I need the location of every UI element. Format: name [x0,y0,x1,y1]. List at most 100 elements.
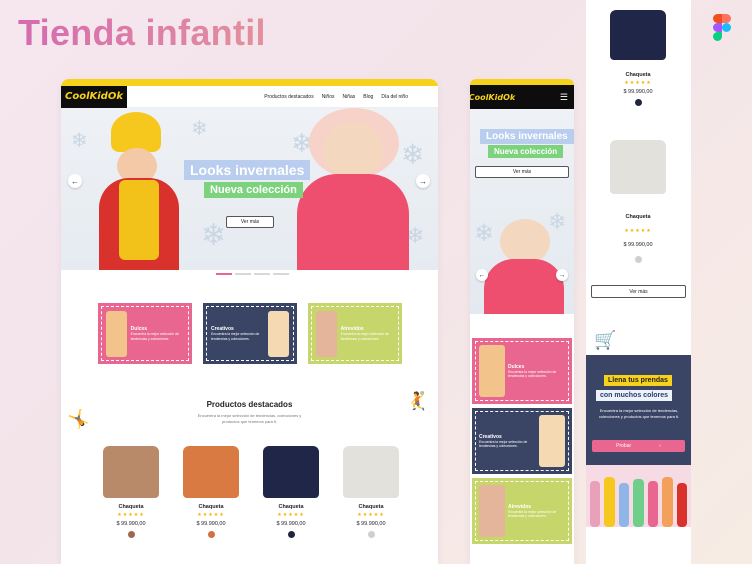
rating-stars: ★★★★★ [624,80,652,86]
product-image[interactable] [183,446,239,498]
girl-face-image [500,219,550,264]
product-card[interactable]: Chaqueta ★★★★★ $ 99.990,00 [608,140,668,263]
product-name: Chaqueta [198,504,224,510]
category-card-creativos[interactable]: Creativos Encuentra la mejor selección d… [472,408,572,474]
hero-ver-mas-button[interactable]: Ver más [475,166,569,178]
category-card-dulces[interactable]: Dulces Encuentra la mejor selección de t… [98,303,192,364]
product-image[interactable] [343,446,399,498]
chevron-left-icon[interactable]: ← [476,269,488,281]
product-image[interactable] [610,140,666,194]
product-name: Chaqueta [625,214,651,220]
color-swatch[interactable] [127,531,135,538]
chevron-right-icon[interactable]: → [556,269,568,281]
hero-tag-coleccion: Nueva colección [488,145,564,158]
kid-figure-image [633,479,644,527]
carousel-dot[interactable] [235,273,251,275]
product-card[interactable]: Chaqueta ★★★★★ $ 99.990,00 [341,446,401,538]
featured-title: Productos destacados [206,400,293,409]
rating-stars: ★★★★★ [624,228,652,234]
category-photo [539,415,565,467]
rating-stars: ★★★★★ [357,512,385,518]
brand-logo[interactable]: CoolKidOk [61,85,127,108]
category-desc: Encuentra la mejor selección de tendenci… [340,332,389,341]
desktop-navbar: CoolKidOk Productos destacados Niños Niñ… [61,85,438,108]
nav-item-blog[interactable]: Blog [363,94,373,100]
hero-carousel: ❄ ❄ ❄ ❄ ❄ ❄ Looks invernales Nueva colec… [61,108,438,270]
kid-figure-image [619,483,629,527]
product-image[interactable] [263,446,319,498]
color-swatch[interactable] [207,531,215,538]
mobile-navbar: CoolKidOk ☰ [470,85,574,109]
page-title: Tienda infantil [18,12,266,53]
product-price: $ 99.990,00 [116,521,146,527]
carousel-indicators [216,273,289,275]
color-swatch[interactable] [634,99,642,106]
product-name: Chaqueta [358,504,384,510]
featured-subtitle: Encuentra la mejor selección de tendenci… [197,413,302,424]
category-photo [479,485,505,537]
nav-item-dia-del-nino[interactable]: Día del niño [381,94,408,100]
snowflake-icon: ❄ [548,209,567,234]
product-price: $ 99.990,00 [623,89,653,95]
category-photo [316,310,337,357]
product-price: $ 99.990,00 [356,521,386,527]
color-swatch[interactable] [634,256,642,263]
boy-hat-image [111,112,161,152]
nav-item-ninos[interactable]: Niños [322,94,335,100]
product-price: $ 99.990,00 [276,521,306,527]
banner-text: Encuentra la mejor selección de tendenci… [598,408,680,419]
kids-photo-strip [586,465,691,527]
rating-stars: ★★★★★ [277,512,305,518]
kid-figure-image [662,477,673,527]
snowflake-icon: ❄ [191,118,208,140]
hero-tag-looks: Looks invernales [184,160,311,180]
kid-figure-image [604,477,615,527]
rating-stars: ★★★★★ [117,512,145,518]
banner-tag-llena: Llena tus prendas [604,375,672,386]
boy-scarf-image [119,180,159,260]
chevron-right-icon[interactable]: → [416,174,430,188]
hero-tag-coleccion: Nueva colección [204,182,303,198]
product-card[interactable]: Chaqueta ★★★★★ $ 99.990,00 [608,10,668,106]
category-card-atrevidos[interactable]: Atrevidos Encuentra la mejor selección d… [308,303,402,364]
product-card[interactable]: Chaqueta ★★★★★ $ 99.990,00 [261,446,321,538]
category-desc: Encuentra la mejor selección de tendenci… [479,440,528,448]
category-photo [479,345,505,397]
product-card[interactable]: Chaqueta ★★★★★ $ 99.990,00 [181,446,241,538]
kid-figure-image [677,483,687,527]
carousel-dot[interactable] [254,273,270,275]
category-card-atrevidos[interactable]: Atrevidos Encuentra la mejor selección d… [472,478,572,544]
mobile-hero: ❄ ❄ Looks invernales Nueva colección Ver… [470,109,574,314]
girl-sweater-image [297,174,409,270]
color-swatch[interactable] [287,531,295,538]
hero-ver-mas-button[interactable]: Ver más [226,216,274,228]
brand-logo[interactable]: CoolKidOk [470,85,515,109]
rating-stars: ★★★★★ [197,512,225,518]
snowflake-icon: ❄ [201,219,227,252]
nav-item-productos[interactable]: Productos destacados [264,94,313,100]
desktop-mockup: CoolKidOk Productos destacados Niños Niñ… [61,79,438,564]
product-card[interactable]: Chaqueta ★★★★★ $ 99.990,00 [101,446,161,538]
ver-mas-button[interactable]: Ver más [591,285,686,298]
product-image[interactable] [610,10,666,60]
wagon-doodle-icon: 🛒 [594,330,617,350]
kid-figure-image [648,481,658,527]
kid-figure-image [590,481,600,527]
probar-button[interactable]: Probar › [592,440,685,452]
product-price: $ 99.990,00 [623,242,653,248]
carousel-dot[interactable] [216,273,232,275]
category-desc: Encuentra la mejor selección de tendenci… [507,510,557,518]
chevron-left-icon[interactable]: ← [68,174,82,188]
color-swatch[interactable] [367,531,375,538]
figma-logo-icon [713,14,731,41]
hamburger-menu-icon[interactable]: ☰ [560,92,568,103]
mobile-mockup: CoolKidOk ☰ ❄ ❄ Looks invernales Nueva c… [470,79,574,564]
carousel-dot[interactable] [273,273,289,275]
product-image[interactable] [103,446,159,498]
nav-menu: Productos destacados Niños Niñas Blog Dí… [264,94,408,100]
category-card-creativos[interactable]: Creativos Encuentra la mejor selección d… [203,303,297,364]
category-card-dulces[interactable]: Dulces Encuentra la mejor selección de t… [472,338,572,404]
snowflake-icon: ❄ [401,139,425,170]
nav-item-ninas[interactable]: Niñas [343,94,356,100]
promo-banner: Llena tus prendas con muchos colores Enc… [586,355,691,465]
